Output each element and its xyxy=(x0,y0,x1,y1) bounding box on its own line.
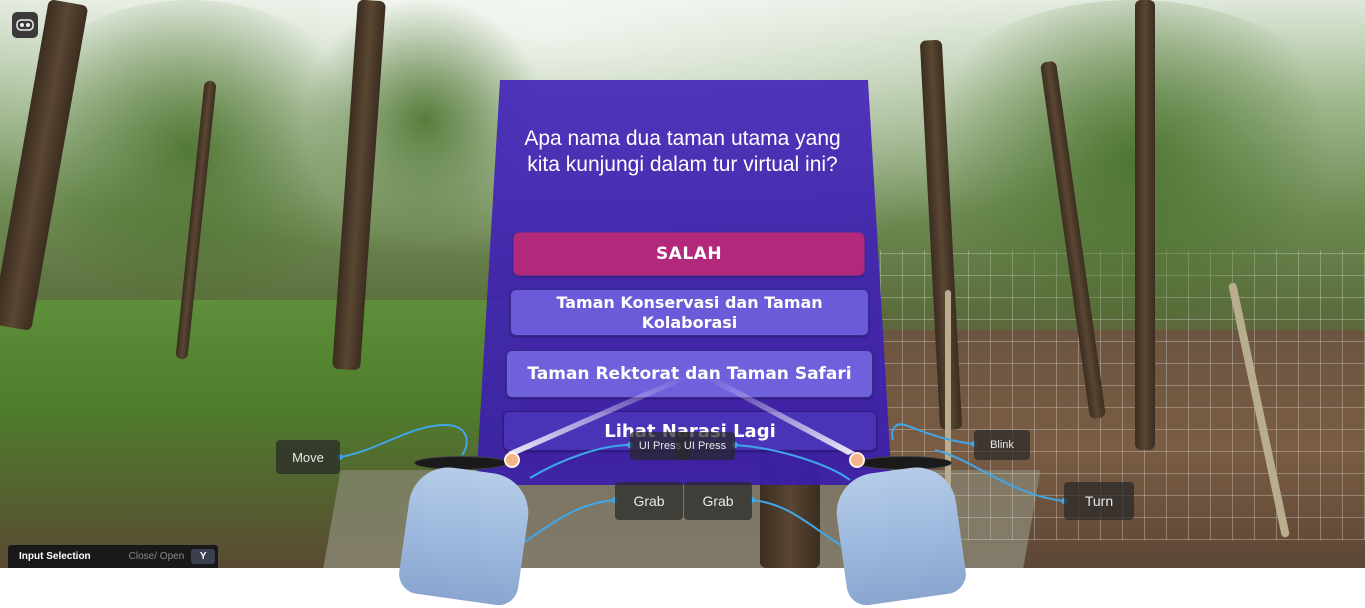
left-ray-origin-dot xyxy=(504,452,520,468)
hint-move: Move xyxy=(276,440,340,474)
input-selection-action: Close/ Open xyxy=(128,551,185,562)
right-ray-origin-dot xyxy=(849,452,865,468)
input-selection-key[interactable]: Y xyxy=(191,549,216,564)
controller-rays xyxy=(337,375,1067,561)
left-vr-controller xyxy=(396,462,534,608)
hint-blink: Blink xyxy=(974,430,1030,460)
input-selection-bar[interactable]: Input Selection Close/ Open Y xyxy=(8,545,218,568)
input-selection-title: Input Selection xyxy=(19,551,91,562)
hint-right-ui-press: UI Press xyxy=(675,432,735,460)
hint-right-grab: Grab xyxy=(684,482,752,520)
hint-left-grab: Grab xyxy=(615,482,683,520)
right-vr-controller xyxy=(831,462,969,608)
hint-turn: Turn xyxy=(1064,482,1134,520)
